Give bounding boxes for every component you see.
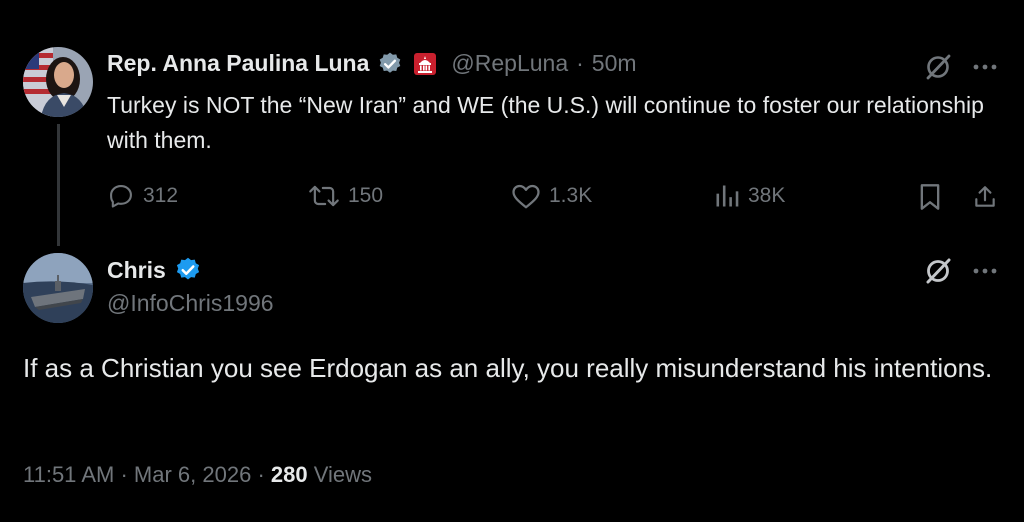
repost-icon	[308, 182, 340, 210]
author-handle[interactable]: @RepLuna	[451, 50, 568, 77]
thread-line	[57, 124, 60, 246]
more-icon[interactable]	[970, 54, 1000, 80]
verified-gray-badge-icon	[377, 51, 403, 77]
like-icon	[511, 182, 541, 210]
like-button[interactable]: 1.3K	[511, 182, 592, 210]
verified-blue-badge-icon	[174, 256, 202, 284]
separator-dot: ·	[120, 462, 128, 487]
share-icon[interactable]	[970, 182, 1000, 212]
views-label: Views	[313, 462, 373, 487]
post-meta: 11:51 AM · Mar 6, 2026 · 280 Views	[23, 462, 372, 488]
views-count: 38K	[748, 184, 786, 207]
government-affiliation-icon	[413, 52, 437, 76]
views-button[interactable]: 38K	[714, 182, 785, 210]
post-text: Turkey is NOT the “New Iran” and WE (the…	[107, 92, 984, 153]
separator-dot: ·	[576, 50, 584, 76]
repost-count: 150	[348, 184, 384, 207]
post-date[interactable]: Mar 6, 2026	[134, 462, 251, 487]
avatar-infochris[interactable]	[23, 253, 93, 323]
repost-button[interactable]: 150	[308, 182, 383, 210]
reply-button[interactable]: 312	[107, 182, 178, 210]
post-time[interactable]: 50m	[592, 50, 637, 77]
views-count: 280	[270, 462, 308, 487]
post-time[interactable]: 11:51 AM	[23, 462, 114, 487]
reply-icon	[107, 182, 135, 210]
more-icon[interactable]	[970, 258, 1000, 284]
separator-dot: ·	[257, 462, 265, 487]
reply-count: 312	[143, 184, 179, 207]
reply-text: If as a Christian you see Erdogan as an …	[23, 353, 993, 383]
avatar-repluna[interactable]	[23, 47, 93, 117]
like-count: 1.3K	[549, 184, 593, 207]
views-icon	[714, 182, 740, 210]
reply-author-handle[interactable]: @InfoChris1996	[107, 290, 274, 317]
reply-author-name[interactable]: Chris	[107, 257, 166, 284]
bookmark-icon[interactable]	[915, 182, 945, 212]
author-name[interactable]: Rep. Anna Paulina Luna	[107, 50, 369, 77]
grok-icon[interactable]	[923, 256, 953, 286]
grok-icon[interactable]	[923, 52, 953, 82]
